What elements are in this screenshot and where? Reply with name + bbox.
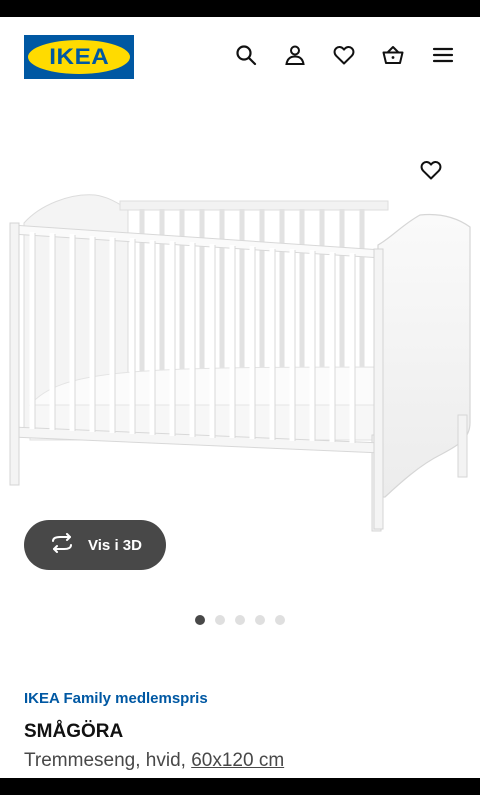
basket-button[interactable] — [379, 43, 407, 71]
view-in-3d-button[interactable]: Vis i 3D — [24, 520, 166, 570]
product-image[interactable] — [0, 105, 480, 555]
favourites-button[interactable] — [330, 43, 358, 71]
view-in-3d-label: Vis i 3D — [88, 536, 142, 554]
pagination-dot[interactable] — [195, 615, 205, 625]
basket-icon — [381, 43, 405, 72]
account-button[interactable] — [281, 43, 309, 71]
menu-button[interactable] — [429, 43, 457, 71]
pagination-dot[interactable] — [275, 615, 285, 625]
navigation-bar — [0, 778, 480, 795]
pagination-dot[interactable] — [255, 615, 265, 625]
site-header: IKEA — [0, 17, 480, 97]
product-name: SMÅGÖRA — [24, 721, 124, 742]
search-icon — [234, 43, 258, 72]
image-pagination — [0, 615, 480, 627]
add-to-favourites-button[interactable] — [416, 157, 446, 187]
product-size-link[interactable]: 60x120 cm — [191, 750, 284, 771]
logo-oval: IKEA — [28, 40, 130, 74]
heart-icon — [332, 43, 356, 72]
family-price-label: IKEA Family medlemspris — [24, 690, 208, 707]
product-type: Tremmeseng, hvid, — [24, 750, 186, 771]
logo-text: IKEA — [48, 44, 110, 69]
pagination-dot[interactable] — [235, 615, 245, 625]
product-description: Tremmeseng, hvid, 60x120 cm — [24, 750, 284, 772]
heart-icon — [419, 158, 443, 187]
menu-icon — [431, 43, 455, 72]
ikea-logo[interactable]: IKEA — [24, 35, 134, 79]
search-button[interactable] — [232, 43, 260, 71]
status-bar — [0, 0, 480, 17]
rotate-3d-icon — [48, 533, 76, 557]
user-icon — [283, 43, 307, 72]
pagination-dot[interactable] — [215, 615, 225, 625]
